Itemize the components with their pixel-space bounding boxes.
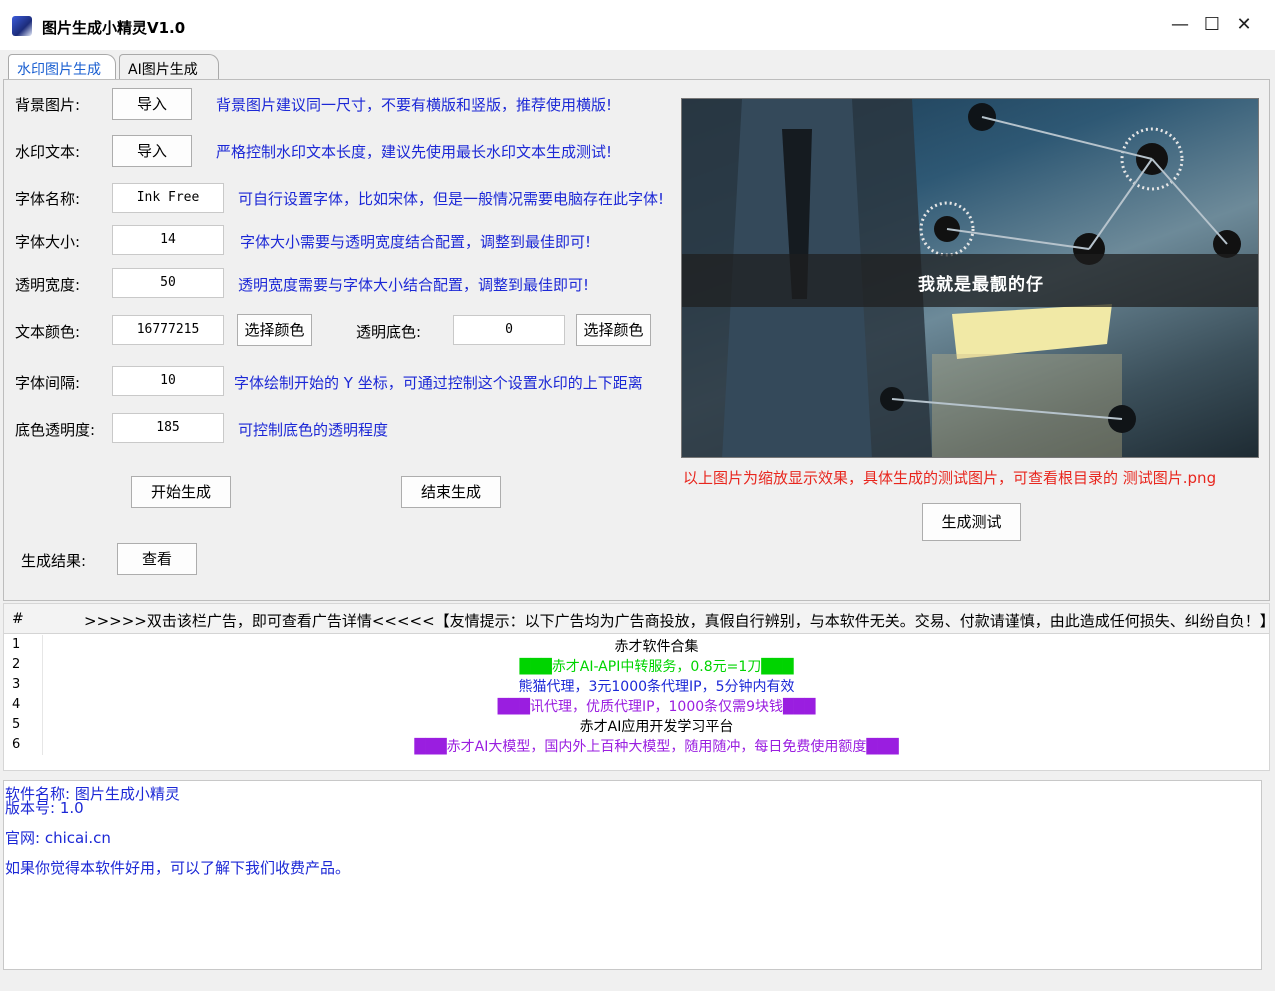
- background-label: 背景图片:: [15, 96, 81, 114]
- list-item[interactable]: 1 赤才软件合集: [4, 635, 1269, 655]
- ad-row-number: 1: [12, 637, 21, 652]
- ad-row-text: ███讯代理，优质代理IP，1000条仅需9块钱███: [497, 699, 816, 715]
- list-item[interactable]: 3 熊猫代理，3元1000条代理IP，5分钟内有效: [4, 675, 1269, 695]
- list-item[interactable]: 6 ███赤才AI大模型，国内外上百种大模型，随用随冲，每日免费使用额度███: [4, 735, 1269, 755]
- ad-row-number: 4: [12, 697, 21, 712]
- watermark-text-hint: 严格控制水印文本长度，建议先使用最长水印文本生成测试!: [216, 143, 613, 161]
- view-result-button[interactable]: 查看: [117, 543, 197, 575]
- ad-row-text: 赤才软件合集: [614, 639, 699, 655]
- tab-ai-image[interactable]: AI图片生成: [119, 54, 219, 80]
- watermark-preview-text: 我就是最靓的仔: [918, 275, 1044, 295]
- font-size-hint: 字体大小需要与透明宽度结合配置，调整到最佳即可!: [240, 233, 592, 251]
- import-background-button[interactable]: 导入: [112, 88, 192, 120]
- list-item[interactable]: 5 赤才AI应用开发学习平台: [4, 715, 1269, 735]
- promo-line: 如果你觉得本软件好用，可以了解下我们收费产品。: [5, 859, 351, 877]
- text-color-field[interactable]: 16777215: [112, 315, 224, 345]
- watermark-text-label: 水印文本:: [15, 143, 81, 161]
- start-generate-button[interactable]: 开始生成: [131, 476, 231, 508]
- ad-row-text: 赤才AI应用开发学习平台: [579, 719, 734, 735]
- font-spacing-label: 字体间隔:: [15, 374, 81, 392]
- bg-opacity-field[interactable]: 185: [112, 413, 224, 443]
- column-divider: [42, 675, 43, 695]
- close-icon[interactable]: ✕: [1229, 12, 1259, 38]
- tab-watermark[interactable]: 水印图片生成: [8, 54, 116, 81]
- ad-row-number: 5: [12, 717, 21, 732]
- font-size-label: 字体大小:: [15, 233, 81, 251]
- background-hint: 背景图片建议同一尺寸，不要有横版和竖版，推荐使用横版!: [216, 96, 613, 114]
- column-divider: [42, 655, 43, 675]
- transparent-width-field[interactable]: 50: [112, 268, 224, 298]
- font-name-field[interactable]: Ink Free: [112, 183, 224, 213]
- text-color-label: 文本颜色:: [15, 323, 81, 341]
- transparent-bg-label: 透明底色:: [356, 323, 422, 341]
- ad-row-number: 6: [12, 737, 21, 752]
- generate-test-button[interactable]: 生成测试: [922, 503, 1021, 541]
- tab-strip: 水印图片生成 AI图片生成: [6, 54, 1271, 81]
- stop-generate-button[interactable]: 结束生成: [401, 476, 501, 508]
- import-watermark-button[interactable]: 导入: [112, 135, 192, 167]
- website-line: 官网: chicai.cn: [5, 829, 111, 847]
- bg-opacity-label: 底色透明度:: [15, 421, 96, 439]
- choose-text-color-button[interactable]: 选择颜色: [237, 314, 312, 346]
- window-title: 图片生成小精灵V1.0: [42, 19, 186, 37]
- ad-column-header: >>>>>双击该栏广告，即可查看广告详情<<<<<【友情提示：以下广告均为广告商…: [84, 612, 1275, 630]
- result-label: 生成结果:: [21, 552, 87, 570]
- list-item[interactable]: 4 ███讯代理，优质代理IP，1000条仅需9块钱███: [4, 695, 1269, 715]
- list-item[interactable]: 2 ███赤才AI-API中转服务，0.8元=1刀███: [4, 655, 1269, 675]
- transparent-width-label: 透明宽度:: [15, 276, 81, 294]
- preview-note: 以上图片为缩放显示效果，具体生成的测试图片，可查看根目录的 测试图片.png: [683, 469, 1217, 487]
- font-spacing-hint: 字体绘制开始的 Y 坐标，可通过控制这个设置水印的上下距离: [234, 374, 643, 392]
- minimize-icon[interactable]: —: [1165, 12, 1195, 38]
- column-divider: [42, 735, 43, 755]
- bg-opacity-hint: 可控制底色的透明程度: [238, 421, 389, 439]
- transparent-width-hint: 透明宽度需要与字体大小结合配置，调整到最佳即可!: [238, 276, 590, 294]
- column-divider: [42, 635, 43, 655]
- title-bar: 图片生成小精灵V1.0 — ☐ ✕: [0, 0, 1275, 50]
- column-divider: [42, 715, 43, 735]
- maximize-icon[interactable]: ☐: [1197, 12, 1227, 38]
- font-spacing-field[interactable]: 10: [112, 366, 224, 396]
- ad-column-hash: #: [12, 611, 24, 627]
- choose-bg-color-button[interactable]: 选择颜色: [576, 314, 651, 346]
- font-name-label: 字体名称:: [15, 190, 81, 208]
- version-line: 版本号: 1.0: [5, 799, 84, 817]
- transparent-bg-field[interactable]: 0: [453, 315, 565, 345]
- ad-row-number: 2: [12, 657, 21, 672]
- ad-row-text: 熊猫代理，3元1000条代理IP，5分钟内有效: [518, 679, 795, 695]
- ad-list[interactable]: # >>>>>双击该栏广告，即可查看广告详情<<<<<【友情提示：以下广告均为广…: [3, 603, 1275, 771]
- ad-list-header: # >>>>>双击该栏广告，即可查看广告详情<<<<<【友情提示：以下广告均为广…: [4, 604, 1275, 634]
- ad-row-text: ███赤才AI大模型，国内外上百种大模型，随用随冲，每日免费使用额度███: [414, 739, 899, 755]
- ad-row-number: 3: [12, 677, 21, 692]
- app-icon: [12, 16, 32, 36]
- status-strip: [0, 976, 1275, 991]
- ad-row-text: ███赤才AI-API中转服务，0.8元=1刀███: [519, 659, 794, 675]
- info-textbox[interactable]: 软件名称: 图片生成小精灵 版本号: 1.0 官网: chicai.cn 如果你…: [3, 780, 1262, 970]
- font-name-hint: 可自行设置字体，比如宋体，但是一般情况需要电脑存在此字体!: [238, 190, 665, 208]
- font-size-field[interactable]: 14: [112, 225, 224, 255]
- column-divider: [42, 695, 43, 715]
